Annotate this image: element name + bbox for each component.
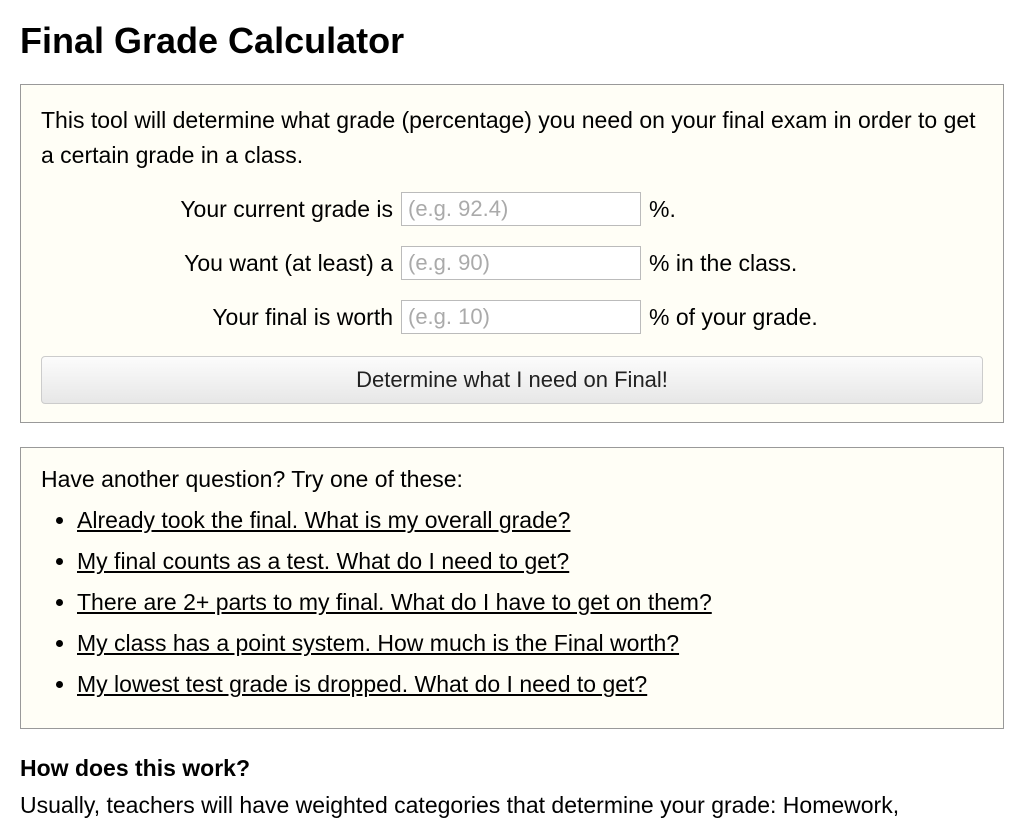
how-heading: How does this work? bbox=[20, 755, 1004, 782]
input-current-grade[interactable] bbox=[401, 192, 641, 226]
link-overall-grade[interactable]: Already took the final. What is my overa… bbox=[77, 507, 570, 533]
list-item: My final counts as a test. What do I nee… bbox=[77, 546, 983, 577]
row-final-worth: Your final is worth % of your grade. bbox=[41, 300, 983, 334]
other-questions-intro: Have another question? Try one of these: bbox=[41, 466, 983, 493]
row-current-grade: Your current grade is %. bbox=[41, 192, 983, 226]
list-item: Already took the final. What is my overa… bbox=[77, 505, 983, 536]
list-item: My lowest test grade is dropped. What do… bbox=[77, 669, 983, 700]
link-final-as-test[interactable]: My final counts as a test. What do I nee… bbox=[77, 548, 569, 574]
label-desired-grade: You want (at least) a bbox=[41, 250, 401, 277]
page-title: Final Grade Calculator bbox=[20, 20, 1004, 62]
other-questions-list: Already took the final. What is my overa… bbox=[41, 505, 983, 700]
input-final-worth[interactable] bbox=[401, 300, 641, 334]
determine-button[interactable]: Determine what I need on Final! bbox=[41, 356, 983, 404]
link-multi-part-final[interactable]: There are 2+ parts to my final. What do … bbox=[77, 589, 712, 615]
list-item: There are 2+ parts to my final. What do … bbox=[77, 587, 983, 618]
list-item: My class has a point system. How much is… bbox=[77, 628, 983, 659]
other-questions-panel: Have another question? Try one of these:… bbox=[20, 447, 1004, 729]
link-dropped-test[interactable]: My lowest test grade is dropped. What do… bbox=[77, 671, 647, 697]
input-desired-grade[interactable] bbox=[401, 246, 641, 280]
row-desired-grade: You want (at least) a % in the class. bbox=[41, 246, 983, 280]
intro-text: This tool will determine what grade (per… bbox=[41, 103, 983, 172]
how-body: Usually, teachers will have weighted cat… bbox=[20, 788, 1004, 823]
suffix-desired-grade: % in the class. bbox=[641, 250, 797, 277]
label-current-grade: Your current grade is bbox=[41, 196, 401, 223]
suffix-final-worth: % of your grade. bbox=[641, 304, 818, 331]
suffix-current-grade: %. bbox=[641, 196, 676, 223]
calculator-panel: This tool will determine what grade (per… bbox=[20, 84, 1004, 423]
link-point-system[interactable]: My class has a point system. How much is… bbox=[77, 630, 679, 656]
label-final-worth: Your final is worth bbox=[41, 304, 401, 331]
